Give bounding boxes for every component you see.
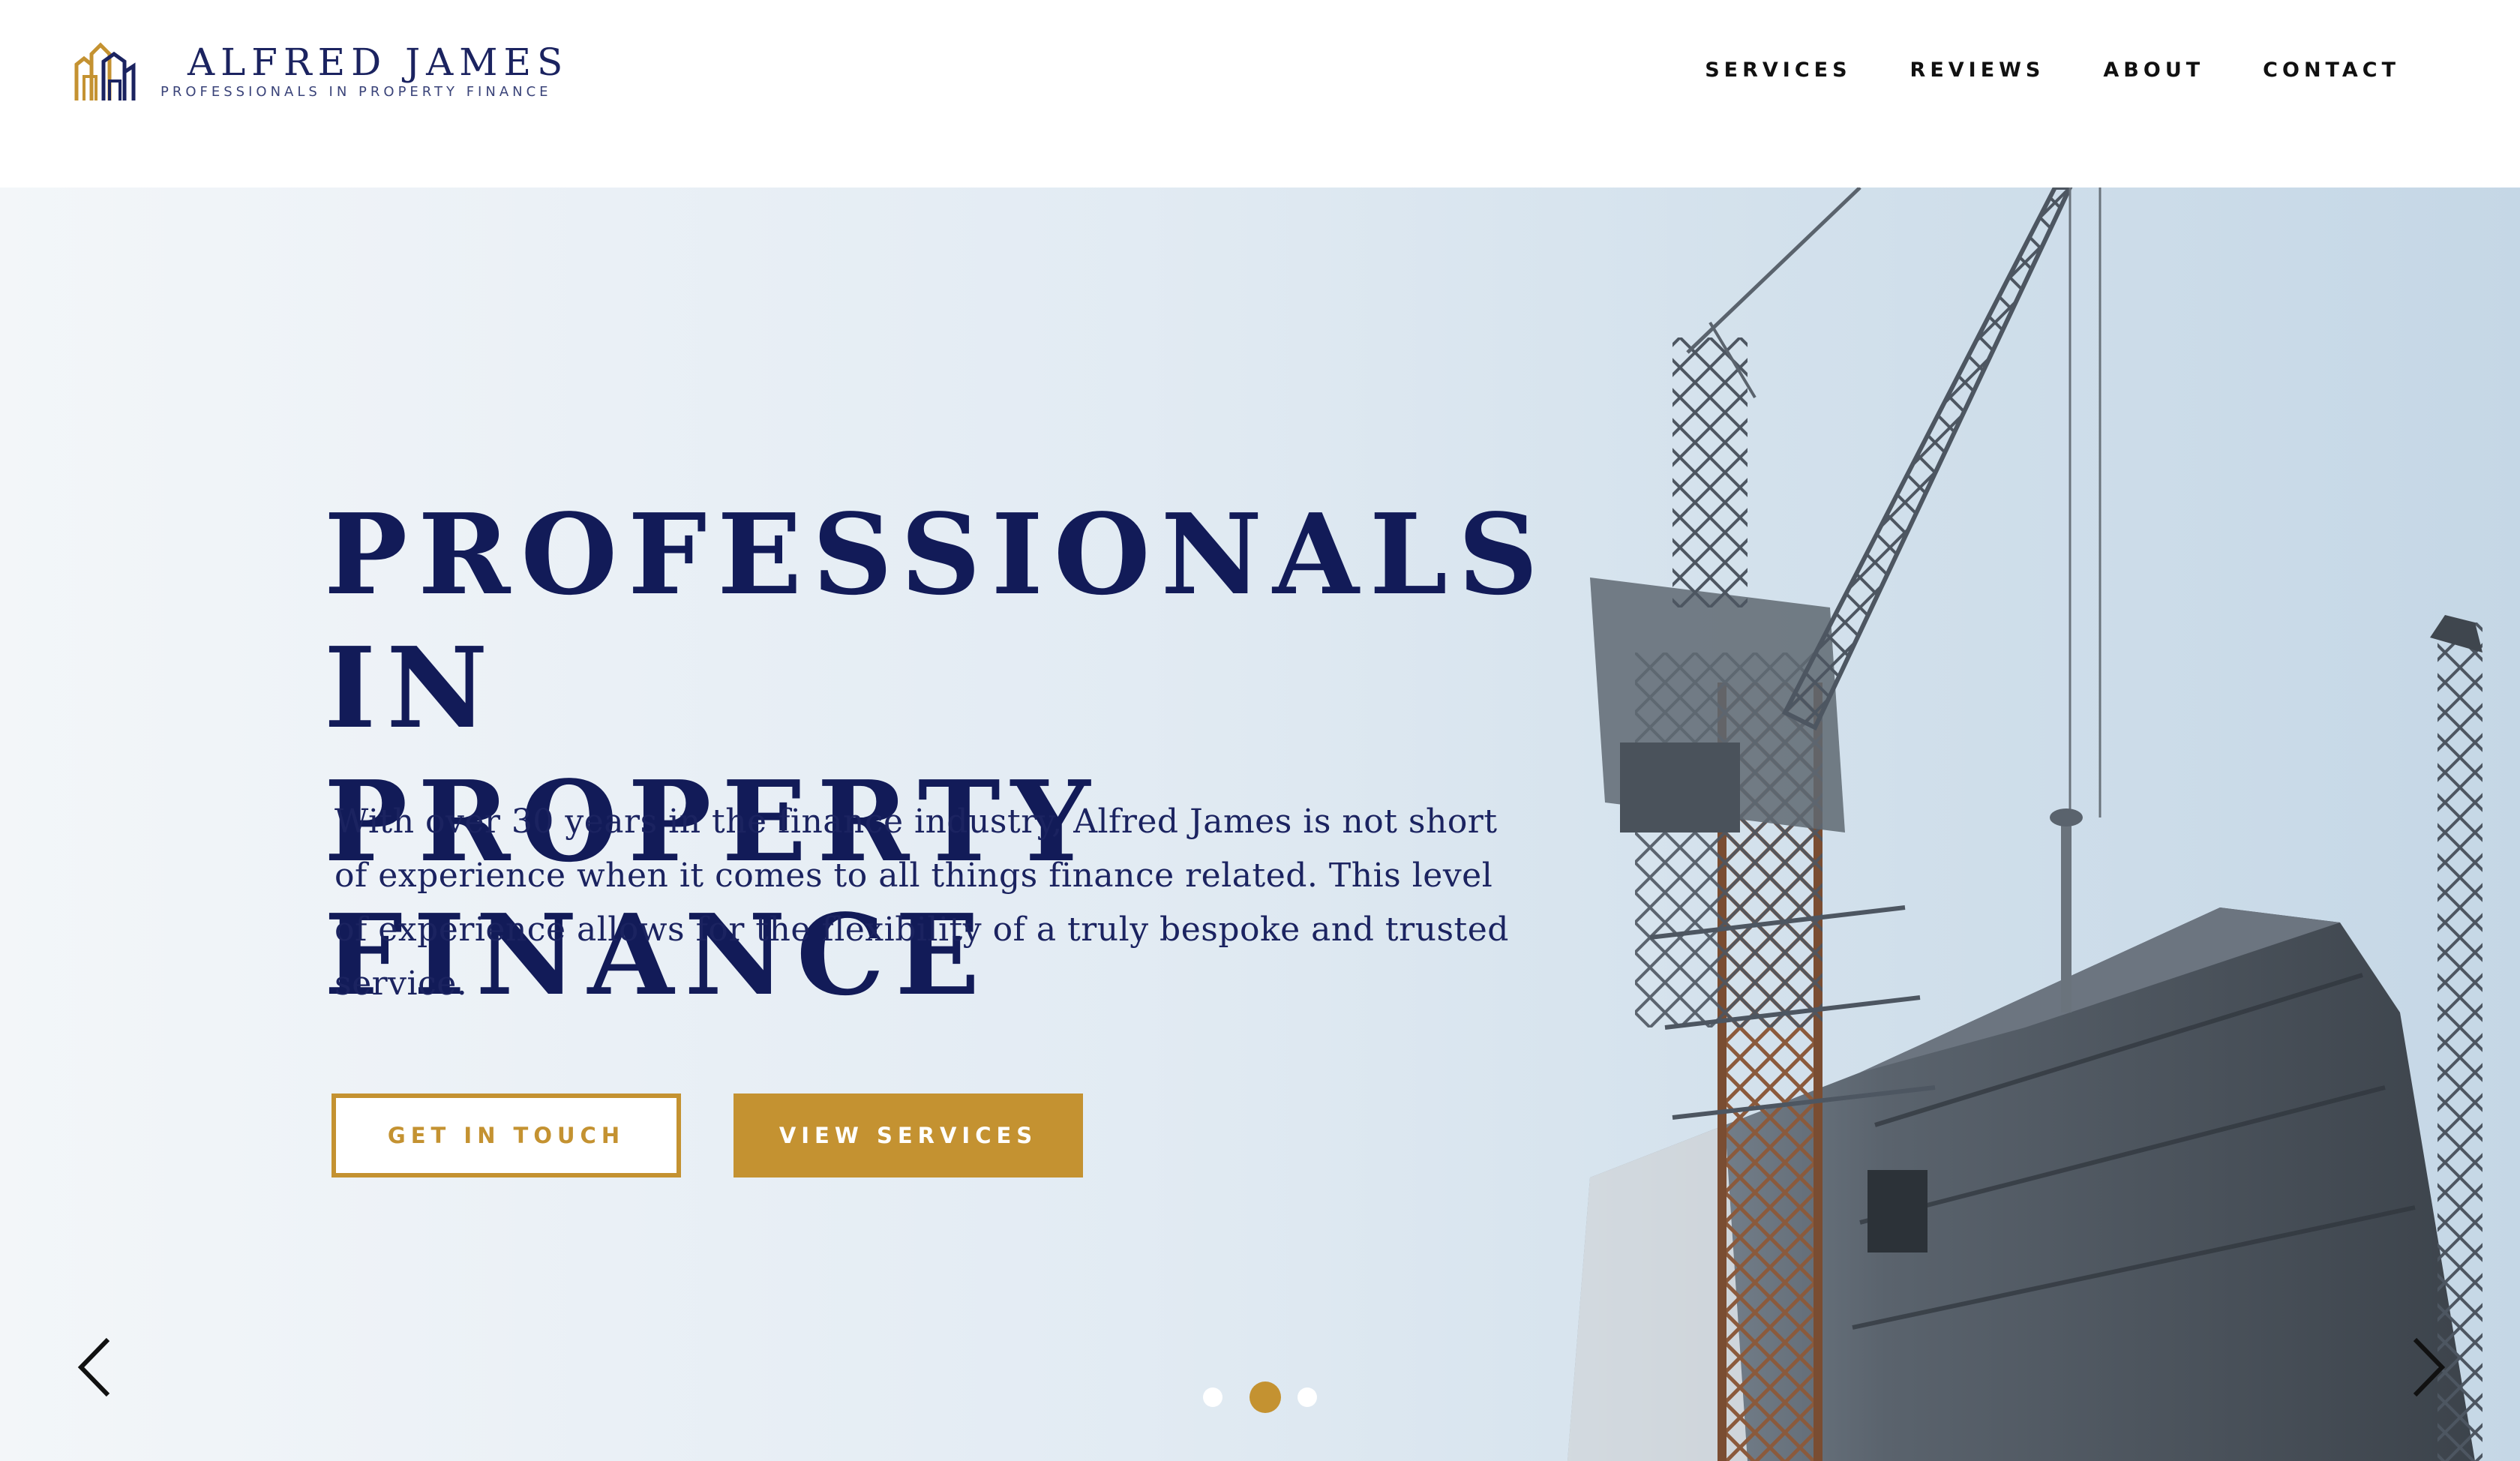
nav-reviews[interactable]: REVIEWS [1910, 58, 2045, 82]
main-nav: SERVICES REVIEWS ABOUT CONTACT [1705, 58, 2400, 82]
brand-tagline: PROFESSIONALS IN PROPERTY FINANCE [160, 84, 552, 100]
hero-slider: PROFESSIONALS IN PROPERTY FINANCE With o… [0, 188, 2520, 1461]
brand-name: ALFRED JAMES [188, 40, 569, 84]
nav-services[interactable]: SERVICES [1705, 58, 1851, 82]
carousel-dot-3[interactable] [1298, 1388, 1317, 1407]
carousel-dot-1[interactable] [1203, 1388, 1222, 1407]
nav-contact[interactable]: CONTACT [2263, 58, 2400, 82]
buildings-logo-icon [74, 42, 136, 100]
hero-description: With over 30 years in the finance indust… [334, 802, 1509, 1003]
carousel-dot-2-active[interactable] [1250, 1382, 1281, 1413]
nav-about[interactable]: ABOUT [2103, 58, 2204, 82]
chevron-left-icon[interactable] [72, 1334, 117, 1401]
view-services-button[interactable]: VIEW SERVICES [734, 1094, 1083, 1178]
get-in-touch-button[interactable]: GET IN TOUCH [332, 1094, 681, 1178]
chevron-right-icon[interactable] [2406, 1334, 2451, 1401]
site-header: ALFRED JAMES PROFESSIONALS IN PROPERTY F… [0, 0, 2520, 188]
